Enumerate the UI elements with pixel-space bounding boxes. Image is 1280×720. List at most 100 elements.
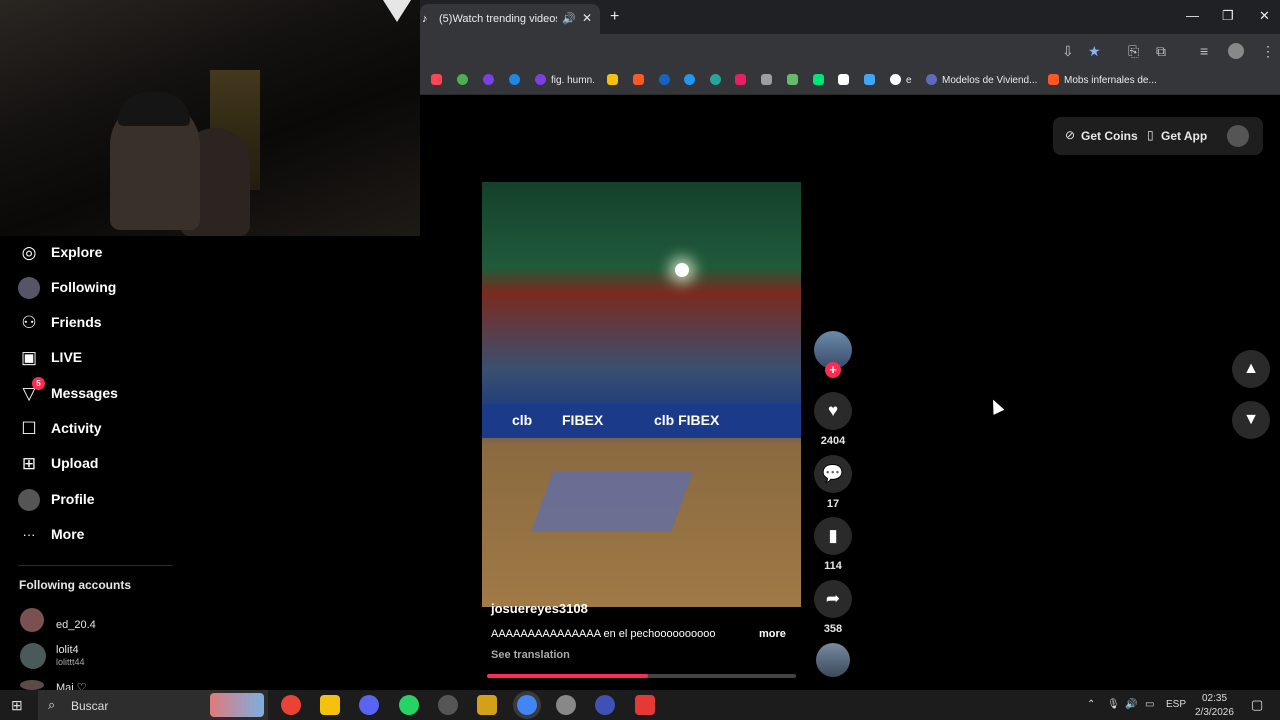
comment-count: 17 bbox=[826, 498, 840, 510]
network-icon[interactable]: ▭ bbox=[1145, 699, 1154, 710]
restore-icon[interactable]: ❐ bbox=[1222, 8, 1234, 24]
avatar bbox=[20, 680, 44, 690]
tiktok-icon: ♪ bbox=[422, 13, 428, 25]
minimize-icon[interactable]: — bbox=[1186, 8, 1199, 23]
chrome-icon[interactable] bbox=[281, 695, 301, 715]
search-icon: ⌕ bbox=[48, 697, 56, 712]
bookmark-item[interactable] bbox=[431, 74, 447, 88]
progress-fill bbox=[487, 674, 648, 678]
bookmark-star-icon[interactable]: ★ bbox=[1088, 43, 1101, 60]
file-explorer-icon[interactable] bbox=[320, 695, 340, 715]
bookmark-label: Mobs infernales de... bbox=[1064, 75, 1157, 86]
clock-time[interactable]: 02:35 bbox=[1202, 693, 1227, 704]
bookmark-item[interactable]: fig. humn. bbox=[535, 74, 595, 88]
translate-icon[interactable]: ⎘ bbox=[1128, 43, 1139, 60]
app-circle-icon[interactable] bbox=[595, 695, 615, 715]
previous-video-button[interactable]: ▲ bbox=[1232, 350, 1270, 388]
bookmark-item[interactable] bbox=[838, 74, 854, 88]
close-tab-icon[interactable]: ✕ bbox=[582, 11, 592, 25]
bookmark-item[interactable] bbox=[813, 74, 829, 88]
notifications-icon[interactable]: ▢ bbox=[1251, 697, 1263, 713]
search-placeholder: Buscar bbox=[71, 699, 109, 713]
bookmark-item[interactable]: Modelos de Viviend... bbox=[926, 74, 1037, 88]
whatsapp-icon[interactable] bbox=[399, 695, 419, 715]
app-icon[interactable] bbox=[477, 695, 497, 715]
see-translation-link[interactable]: See translation bbox=[491, 649, 570, 661]
bookmark-item[interactable] bbox=[684, 74, 700, 88]
obs-icon[interactable] bbox=[438, 695, 458, 715]
bookmark-item[interactable] bbox=[483, 74, 499, 88]
globe-icon bbox=[457, 74, 468, 85]
like-button[interactable]: ♥ bbox=[814, 392, 852, 430]
profile-avatar-icon[interactable] bbox=[1228, 43, 1244, 59]
activity-icon: ☐ bbox=[21, 419, 37, 438]
extensions-icon[interactable]: ⧉ bbox=[1156, 43, 1166, 60]
circle-icon bbox=[659, 74, 670, 85]
video-player[interactable]: clb FIBEX clb FIBEX bbox=[482, 182, 801, 607]
bookmark-item[interactable]: e bbox=[890, 74, 912, 88]
tiktok-icon bbox=[838, 74, 849, 85]
avatar bbox=[20, 643, 46, 669]
person-cap bbox=[118, 92, 190, 126]
follow-plus-icon[interactable]: + bbox=[825, 362, 841, 378]
windows-start-icon[interactable]: ⊞ bbox=[11, 697, 23, 714]
language-indicator[interactable]: ESP bbox=[1166, 699, 1186, 710]
microphone-icon[interactable]: 🎙 bbox=[1107, 699, 1120, 710]
install-app-icon[interactable]: ⇩ bbox=[1062, 43, 1074, 60]
sidebar-item-label: Explore bbox=[51, 244, 103, 260]
taskbar-search[interactable]: ⌕ Buscar bbox=[38, 690, 268, 720]
clock-date[interactable]: 2/3/2026 bbox=[1195, 707, 1234, 718]
bookmark-item[interactable]: Mobs infernales de... bbox=[1048, 74, 1157, 88]
bookmark-item[interactable] bbox=[659, 74, 675, 88]
comment-button[interactable]: 💬 bbox=[814, 455, 852, 493]
coin-icon: ⊘ bbox=[1065, 128, 1076, 142]
close-window-icon[interactable]: ✕ bbox=[1259, 8, 1270, 24]
save-button[interactable]: ▮ bbox=[814, 517, 852, 555]
get-coins-button[interactable]: Get Coins bbox=[1081, 129, 1138, 143]
c-icon bbox=[509, 74, 520, 85]
video-progress-bar[interactable] bbox=[487, 674, 796, 678]
discord-icon[interactable] bbox=[359, 695, 379, 715]
ceiling-light bbox=[675, 263, 689, 277]
friends-icon: ⚇ bbox=[21, 313, 37, 332]
share-button[interactable]: ➦ bbox=[814, 580, 852, 618]
amd-icon[interactable] bbox=[635, 695, 655, 715]
like-count: 2404 bbox=[820, 435, 846, 447]
media-control-icon[interactable]: ≡ bbox=[1200, 43, 1208, 59]
video-caption: AAAAAAAAAAAAAAA en el pechoooooooooo bbox=[491, 628, 716, 640]
next-video-button[interactable]: ▼ bbox=[1232, 401, 1270, 439]
bookmark-item[interactable] bbox=[607, 74, 623, 88]
sidebar-item-label: Profile bbox=[51, 491, 95, 507]
chrome-active-icon[interactable] bbox=[517, 695, 537, 715]
google-icon bbox=[890, 74, 901, 85]
following-accounts-title: Following accounts bbox=[19, 578, 132, 592]
get-app-button[interactable]: Get App bbox=[1161, 129, 1207, 143]
bookmark-item[interactable] bbox=[710, 74, 726, 88]
settings-icon[interactable] bbox=[556, 695, 576, 715]
bookmark-icon: ▮ bbox=[828, 526, 838, 545]
bookmark-item[interactable] bbox=[864, 74, 880, 88]
browser-tab[interactable]: ♪ (5)Watch trending videos fo 🔊 ✕ bbox=[420, 4, 600, 34]
banner-text: FIBEX bbox=[562, 412, 604, 428]
user-avatar[interactable] bbox=[1227, 125, 1249, 147]
circle-icon bbox=[483, 74, 494, 85]
sidebar-divider bbox=[18, 565, 173, 566]
bookmark-item[interactable] bbox=[761, 74, 777, 88]
sidebar-item-label: Messages bbox=[51, 385, 118, 401]
kebab-menu-icon[interactable]: ⋮ bbox=[1261, 43, 1275, 60]
bookmark-item[interactable] bbox=[787, 74, 803, 88]
bookmark-item[interactable] bbox=[735, 74, 751, 88]
speaker-icon[interactable]: 🔊 bbox=[562, 12, 576, 25]
music-disc[interactable] bbox=[816, 643, 850, 677]
bookmark-item[interactable] bbox=[509, 74, 525, 88]
bookmark-item[interactable] bbox=[633, 74, 649, 88]
account-handle: lolittt44 bbox=[56, 657, 85, 667]
caption-more-button[interactable]: more bbox=[759, 628, 786, 640]
video-username[interactable]: josuereyes3108 bbox=[491, 601, 588, 616]
tray-overflow-icon[interactable]: ⌃ bbox=[1087, 699, 1095, 710]
share-count: 358 bbox=[823, 623, 843, 635]
bookmark-item[interactable] bbox=[457, 74, 473, 88]
volume-icon[interactable]: 🔊 bbox=[1125, 699, 1137, 710]
new-tab-button[interactable]: + bbox=[610, 8, 619, 26]
bookmarks-bar: fig. humn. e Modelos de Viviend... Mobs … bbox=[420, 68, 1280, 95]
